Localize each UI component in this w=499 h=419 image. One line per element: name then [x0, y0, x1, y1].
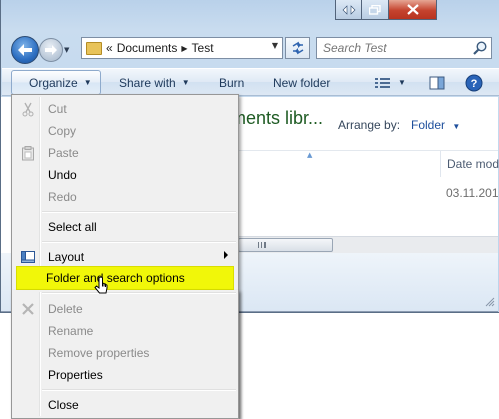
- menu-separator: [42, 292, 236, 294]
- menu-label-properties: Properties: [48, 368, 103, 382]
- breadcrumb-separator-icon[interactable]: ▶: [181, 44, 187, 53]
- share-with-label: Share with: [119, 75, 176, 90]
- library-title: ments libr...: [231, 108, 324, 128]
- folder-icon: [86, 41, 102, 55]
- burn-label: Burn: [219, 75, 245, 90]
- menu-label-remove-properties: Remove properties: [48, 346, 150, 360]
- menu-label-delete: Delete: [48, 302, 83, 316]
- column-divider[interactable]: [440, 151, 441, 177]
- breadcrumb-overflow[interactable]: «: [106, 41, 113, 55]
- sort-ascending-icon: ▲: [307, 151, 313, 159]
- menu-label-copy: Copy: [48, 124, 77, 138]
- menu-item-rename[interactable]: Rename: [14, 320, 236, 342]
- submenu-arrow-icon: [224, 251, 228, 259]
- view-icon: [375, 77, 390, 88]
- menu-label-layout: Layout: [48, 250, 85, 264]
- menu-separator: [42, 211, 236, 213]
- menu-separator: [42, 241, 236, 243]
- menu-label-select-all: Select all: [48, 220, 97, 234]
- mouse-pointer-icon: [94, 276, 108, 294]
- menu-label-close: Close: [48, 398, 79, 412]
- caption-buttons: [335, 0, 437, 22]
- menu-item-remove-properties[interactable]: Remove properties: [14, 342, 236, 364]
- menu-item-redo[interactable]: Redo: [14, 186, 236, 208]
- chevron-down-icon: ▼: [452, 122, 461, 131]
- share-with-button[interactable]: Share with ▼: [119, 69, 190, 96]
- help-icon: ?: [465, 74, 483, 91]
- close-icon: [406, 4, 419, 15]
- search-icon[interactable]: [472, 40, 488, 56]
- arrange-by-label: Arrange by:: [338, 118, 401, 132]
- chevron-down-icon: ▼: [398, 78, 406, 87]
- menu-label-redo: Redo: [48, 190, 77, 204]
- scrollbar-thumb[interactable]: [238, 238, 333, 252]
- menu-item-copy[interactable]: Copy: [14, 120, 236, 142]
- forward-arrow-icon: [45, 45, 57, 55]
- address-dropdown-icon[interactable]: ▼: [272, 41, 278, 50]
- resize-grip-icon[interactable]: [485, 297, 495, 307]
- arrange-by-value: Folder: [411, 118, 446, 132]
- menu-item-properties[interactable]: Properties: [14, 364, 236, 386]
- arrange-by-dropdown[interactable]: Folder ▼: [411, 118, 460, 132]
- new-folder-label: New folder: [273, 75, 331, 90]
- screen: ▼ « Documents ▶ Test ▼ Organize ▼ Share …: [0, 0, 499, 419]
- menu-item-delete[interactable]: Delete: [14, 298, 236, 320]
- menu-item-folder-options[interactable]: Folder and search options: [16, 266, 234, 290]
- delete-x-icon: [22, 303, 34, 315]
- search-input[interactable]: [317, 38, 467, 58]
- menu-item-cut[interactable]: Cut: [14, 98, 236, 120]
- menu-label-folder-options: Folder and search options: [46, 271, 185, 285]
- search-box: [316, 37, 492, 59]
- preview-pane-icon: [429, 76, 445, 89]
- forward-button[interactable]: [39, 38, 63, 62]
- address-bar[interactable]: « Documents ▶ Test ▼: [81, 37, 283, 59]
- restore-icon: [369, 4, 381, 15]
- menu-item-close[interactable]: Close: [14, 394, 236, 416]
- clipboard-icon: [22, 146, 34, 161]
- organize-button[interactable]: Organize ▼: [11, 70, 101, 95]
- organize-label: Organize: [29, 75, 78, 90]
- new-folder-button[interactable]: New folder: [273, 69, 330, 96]
- menu-separator: [42, 389, 236, 391]
- back-arrow-icon: [18, 44, 32, 56]
- back-button[interactable]: [11, 36, 39, 64]
- close-window-button[interactable]: [389, 0, 437, 20]
- help-button[interactable]: ?: [465, 69, 483, 96]
- svg-text:?: ?: [471, 78, 478, 90]
- menu-item-layout[interactable]: Layout: [14, 246, 236, 268]
- breadcrumb-documents[interactable]: Documents: [117, 41, 178, 55]
- recent-pages-dropdown-icon[interactable]: ▼: [64, 46, 69, 54]
- refresh-button[interactable]: [285, 37, 310, 59]
- menu-item-select-all[interactable]: Select all: [14, 216, 236, 238]
- menu-label-undo: Undo: [48, 168, 77, 182]
- back-forward-icon: [342, 4, 355, 15]
- command-bar: Organize ▼ Share with ▼ Burn New folder …: [2, 68, 499, 96]
- menu-item-undo[interactable]: Undo: [14, 164, 236, 186]
- preview-pane-button[interactable]: [429, 69, 445, 96]
- menu-label-paste: Paste: [48, 146, 79, 160]
- burn-button[interactable]: Burn: [219, 69, 244, 96]
- menu-label-rename: Rename: [48, 324, 94, 338]
- file-row-date[interactable]: 03.11.2010: [446, 186, 499, 200]
- horizontal-scrollbar[interactable]: [238, 236, 498, 253]
- scroll-grip-icon: [258, 242, 266, 248]
- chevron-down-icon: ▼: [83, 78, 92, 87]
- column-header-date-modified[interactable]: Date mod: [447, 157, 499, 171]
- chevron-down-icon: ▼: [181, 78, 190, 87]
- change-view-button[interactable]: ▼: [374, 69, 406, 96]
- menu-label-cut: Cut: [48, 102, 67, 116]
- breadcrumb-test[interactable]: Test: [192, 41, 214, 55]
- organize-menu-lower: Delete Rename Remove properties Properti…: [11, 290, 239, 419]
- refresh-icon: [292, 41, 303, 55]
- restore-button[interactable]: [362, 0, 389, 20]
- menu-item-paste[interactable]: Paste: [14, 142, 236, 164]
- scissors-icon: [22, 102, 34, 117]
- nav-arrows-button[interactable]: [335, 0, 362, 20]
- layout-icon: [21, 251, 35, 263]
